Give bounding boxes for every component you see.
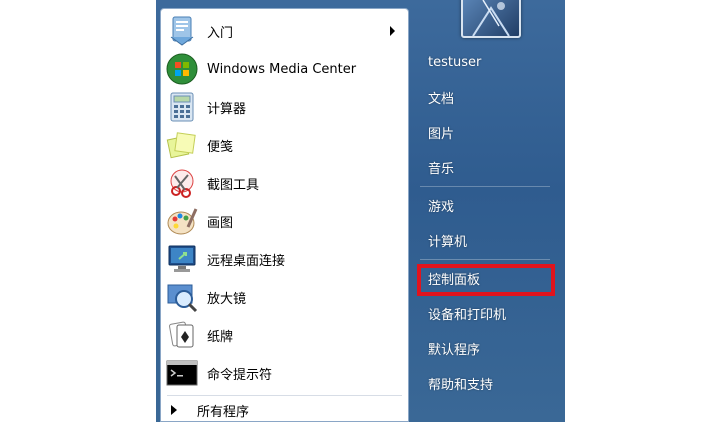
getting-started-icon (165, 14, 199, 48)
menu-item-sticky-notes[interactable]: 便笺 (165, 127, 401, 163)
arrow-right-icon (171, 405, 177, 415)
magnifier-icon (165, 280, 199, 314)
menu-item-remote-desktop[interactable]: 远程桌面连接 (165, 241, 401, 277)
menu-item-calculator[interactable]: 计算器 (165, 89, 401, 125)
menu-item-label: 远程桌面连接 (207, 253, 286, 269)
separator (420, 186, 550, 187)
place-item-label: 默认程序 (428, 342, 481, 358)
place-item-label: 设备和打印机 (428, 307, 507, 323)
solitaire-icon (165, 318, 199, 352)
place-item-pictures[interactable]: 图片 (414, 118, 554, 146)
separator (167, 395, 402, 396)
highlight-box (417, 264, 555, 296)
place-item-label: 图片 (428, 126, 455, 142)
place-item-user[interactable]: testuser (414, 48, 554, 76)
snipping-tool-icon (165, 166, 199, 200)
start-menu: 入门 Windows Media Center 计算器 便笺 截图工具 画图 远… (156, 0, 565, 422)
menu-item-label: 便笺 (207, 139, 234, 155)
place-item-documents[interactable]: 文档 (414, 83, 554, 111)
separator (420, 259, 550, 260)
place-item-label: 帮助和支持 (428, 377, 494, 393)
user-picture-icon[interactable] (461, 0, 521, 38)
menu-item-solitaire[interactable]: 纸牌 (165, 317, 401, 353)
menu-item-label: 截图工具 (207, 177, 260, 193)
place-item-label: 计算机 (428, 234, 468, 250)
place-item-devices-and-printers[interactable]: 设备和打印机 (414, 299, 554, 327)
menu-item-snipping-tool[interactable]: 截图工具 (165, 165, 401, 201)
remote-desktop-icon (165, 242, 199, 276)
place-item-computer[interactable]: 计算机 (414, 226, 554, 254)
place-item-games[interactable]: 游戏 (414, 191, 554, 219)
menu-item-label: 入门 (207, 25, 234, 41)
windows-media-center-icon (165, 52, 199, 86)
menu-item-windows-media-center[interactable]: Windows Media Center (165, 51, 401, 87)
menu-item-label: 纸牌 (207, 329, 234, 345)
place-item-music[interactable]: 音乐 (414, 153, 554, 181)
place-item-label: 游戏 (428, 199, 455, 215)
place-item-help-and-support[interactable]: 帮助和支持 (414, 369, 554, 397)
command-prompt-icon (165, 356, 199, 390)
menu-item-magnifier[interactable]: 放大镜 (165, 279, 401, 315)
menu-item-getting-started[interactable]: 入门 (165, 13, 401, 49)
submenu-arrow-icon (390, 26, 395, 36)
menu-item-label: 命令提示符 (207, 367, 273, 383)
place-item-label: 音乐 (428, 161, 455, 177)
place-item-label: testuser (428, 54, 482, 70)
menu-item-label: 画图 (207, 215, 234, 231)
menu-item-label: Windows Media Center (207, 61, 357, 77)
places-pane: testuser 文档 图片 音乐 游戏 计算机 控制面板 设备和打印机 默认程… (410, 0, 565, 422)
menu-item-paint[interactable]: 画图 (165, 203, 401, 239)
programs-pane: 入门 Windows Media Center 计算器 便笺 截图工具 画图 远… (160, 8, 409, 422)
calculator-icon (165, 90, 199, 124)
sticky-notes-icon (165, 128, 199, 162)
place-item-default-programs[interactable]: 默认程序 (414, 334, 554, 362)
place-item-label: 文档 (428, 91, 455, 107)
all-programs-label: 所有程序 (197, 404, 250, 420)
paint-icon (165, 204, 199, 238)
menu-item-label: 计算器 (207, 101, 247, 117)
all-programs-button[interactable]: 所有程序 (171, 401, 250, 420)
menu-item-label: 放大镜 (207, 291, 247, 307)
menu-item-command-prompt[interactable]: 命令提示符 (165, 355, 401, 391)
